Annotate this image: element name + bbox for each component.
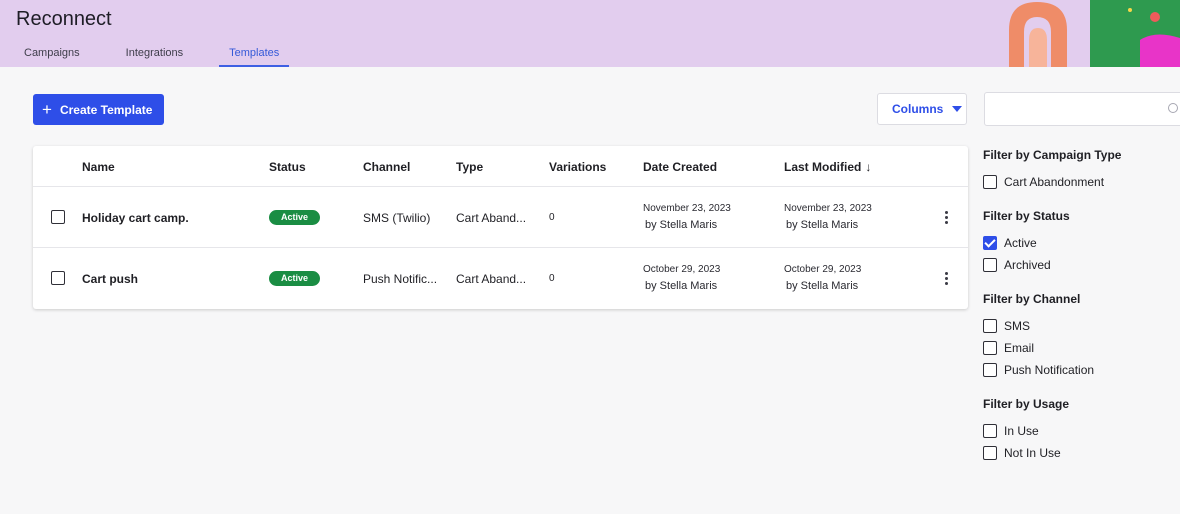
template-name[interactable]: Holiday cart camp.	[82, 211, 189, 225]
modified-date: October 29, 2023	[784, 264, 862, 275]
caret-down-icon	[952, 106, 963, 112]
columns-label: Columns	[892, 102, 944, 116]
modified-date: November 23, 2023	[784, 203, 872, 214]
last-modified-cell: November 23, 2023 by Stella Maris	[784, 201, 872, 233]
filter-title: Filter by Campaign Type	[983, 148, 1122, 162]
channel-cell: Push Notific...	[363, 272, 438, 286]
filter-label: In Use	[1004, 424, 1039, 438]
created-by: by Stella Maris	[645, 280, 718, 292]
create-template-button[interactable]: + Create Template	[33, 94, 164, 125]
table-row[interactable]: Cart push Active Push Notific... Cart Ab…	[33, 248, 968, 309]
filter-label: Active	[1004, 236, 1037, 250]
filter-group-campaign-type: Filter by Campaign Type Cart Abandonment	[983, 148, 1178, 193]
create-template-label: Create Template	[59, 102, 153, 117]
kebab-menu-icon[interactable]	[945, 211, 949, 226]
app-title: Reconnect	[16, 8, 112, 30]
filter-checkbox[interactable]	[983, 363, 997, 377]
created-date: October 29, 2023	[643, 264, 721, 275]
filter-checkbox[interactable]	[983, 319, 997, 333]
plus-icon: +	[42, 100, 52, 119]
filters-panel: Filter by Campaign Type Cart Abandonment…	[983, 148, 1178, 480]
tab-campaigns[interactable]: Campaigns	[14, 46, 90, 67]
filter-option-active[interactable]: Active	[983, 232, 1178, 254]
last-modified-label: Last Modified	[784, 160, 862, 174]
filter-option-not-in-use[interactable]: Not In Use	[983, 442, 1178, 464]
app-header: Reconnect Campaigns Integrations Templat…	[0, 0, 1180, 67]
filter-label: Cart Abandonment	[1004, 175, 1105, 189]
row-checkbox[interactable]	[51, 271, 65, 285]
filter-title: Filter by Usage	[983, 397, 1070, 411]
filter-group-status: Filter by Status Active Archived	[983, 209, 1178, 276]
filter-checkbox[interactable]	[983, 446, 997, 460]
filter-label: Archived	[1004, 258, 1051, 272]
sort-down-icon: ↓	[865, 160, 872, 174]
tab-integrations[interactable]: Integrations	[116, 46, 193, 67]
type-cell: Cart Aband...	[456, 211, 527, 225]
filter-group-usage: Filter by Usage In Use Not In Use	[983, 397, 1178, 464]
filter-title: Filter by Channel	[983, 292, 1081, 306]
filter-checkbox[interactable]	[983, 175, 997, 189]
template-name[interactable]: Cart push	[82, 272, 138, 286]
filter-checkbox-checked[interactable]	[983, 236, 997, 250]
kebab-menu-icon[interactable]	[945, 272, 949, 287]
column-header-variations[interactable]: Variations	[549, 160, 606, 174]
status-badge: Active	[269, 271, 320, 286]
type-cell: Cart Aband...	[456, 272, 527, 286]
filter-label: Email	[1004, 341, 1035, 355]
filter-label: Not In Use	[1004, 446, 1061, 460]
modified-by: by Stella Maris	[786, 280, 859, 292]
variations-cell: 0	[549, 212, 555, 223]
column-header-status[interactable]: Status	[269, 160, 306, 174]
header-decoration	[1009, 0, 1180, 67]
row-checkbox[interactable]	[51, 210, 65, 224]
date-created-cell: October 29, 2023 by Stella Maris	[643, 262, 720, 294]
column-header-last-modified[interactable]: Last Modified ↓	[784, 160, 871, 174]
columns-button[interactable]: Columns	[877, 93, 967, 125]
filter-title: Filter by Status	[983, 209, 1070, 223]
created-date: November 23, 2023	[643, 203, 731, 214]
column-header-type[interactable]: Type	[456, 160, 483, 174]
last-modified-cell: October 29, 2023 by Stella Maris	[784, 262, 861, 294]
filter-option-in-use[interactable]: In Use	[983, 420, 1178, 442]
filter-option-cart-abandonment[interactable]: Cart Abandonment	[983, 171, 1178, 193]
column-header-channel[interactable]: Channel	[363, 160, 410, 174]
filter-checkbox[interactable]	[983, 424, 997, 438]
filter-option-sms[interactable]: SMS	[983, 315, 1178, 337]
filter-label: Push Notification	[1004, 363, 1095, 377]
search-input[interactable]	[993, 93, 1163, 123]
column-header-name[interactable]: Name	[82, 160, 115, 174]
search-box	[984, 92, 1180, 126]
filter-option-push-notification[interactable]: Push Notification	[983, 359, 1178, 381]
column-header-date-created[interactable]: Date Created	[643, 160, 717, 174]
modified-by: by Stella Maris	[786, 219, 859, 231]
filter-option-email[interactable]: Email	[983, 337, 1178, 359]
variations-cell: 0	[549, 273, 555, 284]
top-nav: Campaigns Integrations Templates	[14, 46, 315, 67]
status-badge: Active	[269, 210, 320, 225]
filter-label: SMS	[1004, 319, 1031, 333]
filter-option-archived[interactable]: Archived	[983, 254, 1178, 276]
table-row[interactable]: Holiday cart camp. Active SMS (Twilio) C…	[33, 187, 968, 248]
tab-templates[interactable]: Templates	[219, 46, 290, 67]
filter-checkbox[interactable]	[983, 258, 997, 272]
channel-cell: SMS (Twilio)	[363, 211, 431, 225]
search-icon[interactable]	[1168, 103, 1178, 113]
created-by: by Stella Maris	[645, 219, 718, 231]
filter-checkbox[interactable]	[983, 341, 997, 355]
date-created-cell: November 23, 2023 by Stella Maris	[643, 201, 731, 233]
filter-group-channel: Filter by Channel SMS Email Push Notific…	[983, 292, 1178, 381]
templates-table: Name Status Channel Type Variations Date…	[33, 146, 968, 309]
table-header: Name Status Channel Type Variations Date…	[33, 146, 968, 187]
